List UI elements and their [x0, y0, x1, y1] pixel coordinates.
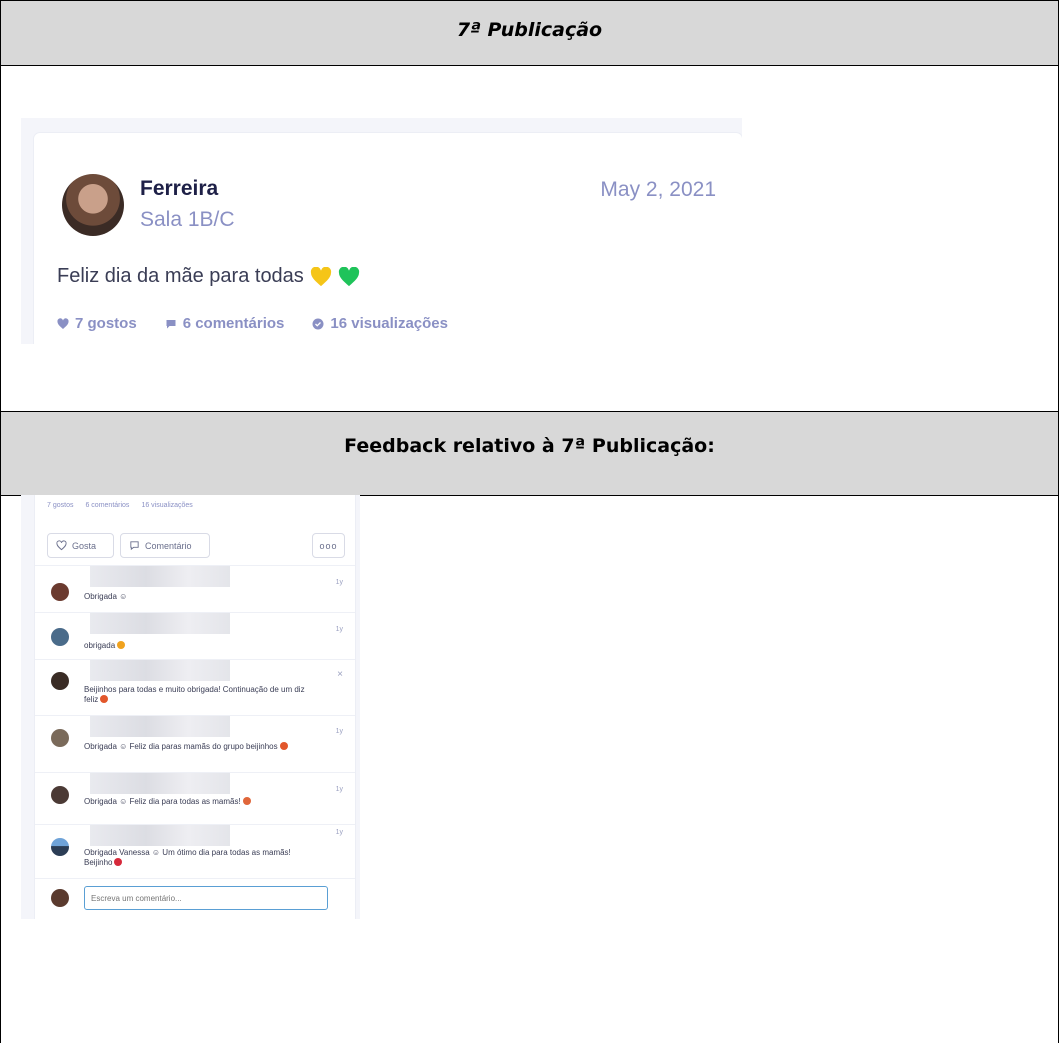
heart-outline-icon	[56, 540, 67, 551]
comment-text: Obrigada Vanessa ☺ Um ótimo dia para tod…	[84, 848, 291, 867]
more-options-button[interactable]: ooo	[312, 533, 345, 558]
document-table: 7ª Publicação Feedback relativo à 7ª Pub…	[0, 0, 1059, 1043]
like-label: Gosta	[72, 540, 97, 551]
post-body: Feliz dia da mãe para todas	[57, 265, 360, 288]
green-heart-icon	[338, 266, 360, 287]
section-header-feedback: Feedback relativo à 7ª Publicação:	[0, 411, 1059, 496]
comment-item: Obrigada ☺ Feliz dia paras mamãs do grup…	[35, 715, 355, 772]
mini-likes: 7 gostos	[47, 502, 74, 509]
post-author: Ferreira	[140, 177, 219, 200]
commenter-avatar	[51, 583, 69, 601]
comment-bubble-icon	[166, 319, 176, 328]
blurred-commenter-name	[90, 566, 230, 587]
likes-stat[interactable]: 7 gostos	[57, 315, 137, 332]
comment-time: 1y	[335, 829, 343, 836]
comment-time: 1y	[335, 579, 343, 586]
comment-item: Obrigada Vanessa ☺ Um ótimo dia para tod…	[35, 824, 355, 878]
comment-text: Obrigada ☺ Feliz dia para todas as mamãs…	[84, 797, 319, 807]
commenter-avatar	[51, 729, 69, 747]
author-avatar	[62, 174, 124, 236]
section-header-publication: 7ª Publicação	[0, 0, 1059, 66]
comment-text: Obrigada ☺ Feliz dia paras mamãs do grup…	[84, 742, 319, 752]
comment-text: Beijinhos para todas e muito obrigada! C…	[84, 685, 305, 704]
reply-row	[35, 878, 355, 919]
heart-icon	[57, 317, 69, 329]
check-circle-icon	[312, 318, 324, 329]
close-icon[interactable]: ×	[337, 669, 343, 680]
kiss-emoji-icon	[114, 858, 123, 866]
blurred-commenter-name	[90, 773, 230, 794]
comment-time: 1y	[335, 626, 343, 633]
publication-title: 7ª Publicação	[456, 19, 603, 41]
commenter-avatar	[51, 838, 69, 856]
commenter-avatar	[51, 628, 69, 646]
yellow-heart-icon	[310, 266, 332, 287]
comment-button[interactable]: Comentário	[120, 533, 210, 558]
comment-time: 1y	[335, 728, 343, 735]
comment-time: 1y	[335, 786, 343, 793]
comment-label: Comentário	[145, 540, 192, 551]
comment-item: Obrigada ☺ 1y	[35, 565, 355, 612]
mini-views: 16 visualizações	[141, 502, 193, 509]
post-date: May 2, 2021	[600, 178, 716, 201]
current-user-avatar	[51, 889, 69, 907]
blurred-commenter-name	[90, 825, 230, 846]
likes-count: 7 gostos	[75, 315, 137, 332]
post-text: Feliz dia da mãe para todas	[57, 265, 304, 287]
comment-text: Obrigada ☺	[84, 592, 128, 601]
comments-count: 6 comentários	[182, 315, 285, 332]
action-bar: Gosta Comentário ooo	[47, 533, 345, 559]
post-card: Ferreira Sala 1B/C May 2, 2021 Feliz dia…	[34, 133, 742, 344]
blurred-commenter-name	[90, 613, 230, 634]
mini-comments: 6 comentários	[85, 502, 130, 509]
emoji-icon	[100, 695, 109, 703]
comments-card: 7 gostos 6 comentários 16 visualizações …	[34, 495, 356, 919]
commenter-avatar	[51, 786, 69, 804]
comment-outline-icon	[130, 541, 139, 551]
like-button[interactable]: Gosta	[47, 533, 114, 558]
comment-item: Obrigada ☺ Feliz dia para todas as mamãs…	[35, 772, 355, 824]
post-room: Sala 1B/C	[140, 208, 235, 231]
views-stat[interactable]: 16 visualizações	[312, 315, 448, 332]
emoji-icon	[242, 797, 251, 805]
comment-text: obrigada	[84, 641, 319, 651]
blurred-commenter-name	[90, 660, 230, 681]
post-screenshot: Ferreira Sala 1B/C May 2, 2021 Feliz dia…	[21, 118, 742, 344]
views-count: 16 visualizações	[330, 315, 448, 332]
comment-input[interactable]	[84, 886, 328, 910]
comments-stat[interactable]: 6 comentários	[165, 315, 285, 332]
post-stats: 7 gostos 6 comentários 16 visualizações	[57, 315, 448, 332]
emoji-icon	[117, 641, 126, 649]
more-label: ooo	[319, 540, 338, 551]
mini-stats: 7 gostos 6 comentários 16 visualizações	[47, 502, 193, 509]
comments-screenshot: 7 gostos 6 comentários 16 visualizações …	[21, 495, 360, 919]
emoji-icon	[279, 742, 288, 750]
comment-item: obrigada 1y	[35, 612, 355, 659]
comment-item: Beijinhos para todas e muito obrigada! C…	[35, 659, 355, 715]
blurred-commenter-name	[90, 716, 230, 737]
feedback-title: Feedback relativo à 7ª Publicação:	[344, 435, 715, 457]
commenter-avatar	[51, 672, 69, 690]
